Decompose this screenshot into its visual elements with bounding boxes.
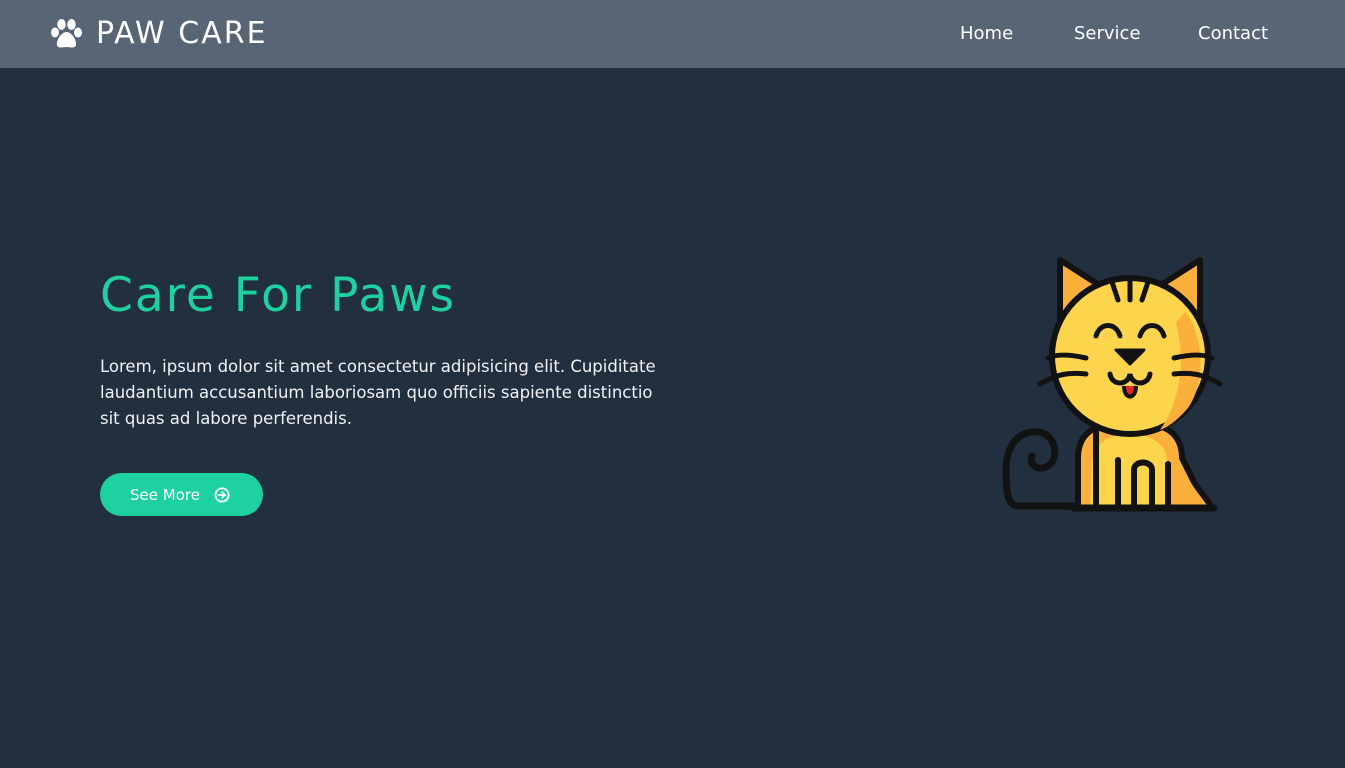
nav-service[interactable]: Service	[1074, 22, 1141, 46]
navbar: PAW CARE Home Service Contact	[0, 0, 1345, 68]
hero-title: Care For Paws	[100, 268, 457, 323]
paw-icon	[50, 19, 83, 49]
nav-home[interactable]: Home	[960, 22, 1013, 46]
cat-illustration	[1000, 252, 1245, 517]
hero-description: Lorem, ipsum dolor sit amet consectetur …	[100, 357, 656, 428]
arrow-circle-right-icon	[214, 487, 230, 503]
logo-text: PAW CARE	[96, 16, 268, 51]
nav-contact[interactable]: Contact	[1198, 22, 1268, 46]
logo[interactable]: PAW CARE	[50, 14, 268, 54]
see-more-button[interactable]: See More	[100, 473, 263, 516]
cat-icon	[1002, 257, 1223, 512]
see-more-label: See More	[130, 485, 200, 504]
